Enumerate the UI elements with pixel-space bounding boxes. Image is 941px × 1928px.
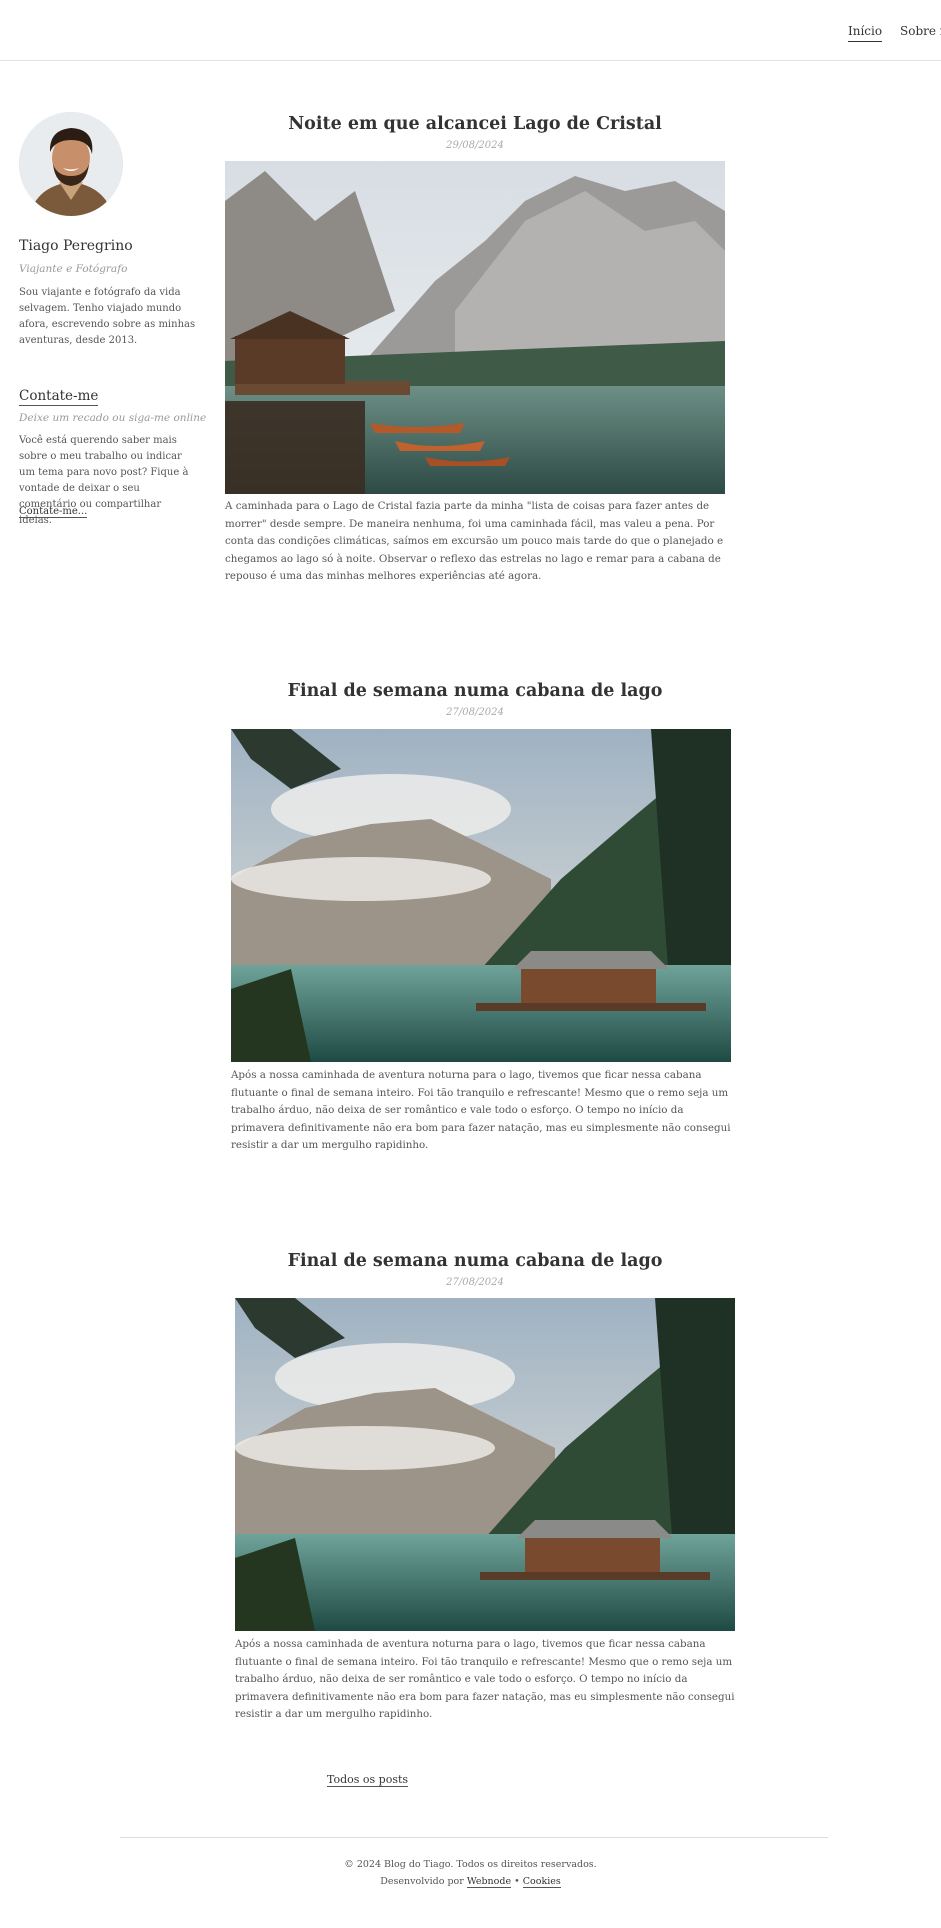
footer-credits: Desenvolvido por Webnode • Cookies bbox=[0, 1876, 941, 1888]
post-date: 27/08/2024 bbox=[446, 1277, 504, 1288]
post-image-lake-boats[interactable] bbox=[225, 161, 725, 494]
contact-subtitle: Deixe um recado ou siga-me online bbox=[19, 412, 207, 424]
post-excerpt: Após a nossa caminhada de aventura notur… bbox=[235, 1638, 735, 1720]
post-excerpt: A caminhada para o Lago de Cristal fazia… bbox=[225, 500, 724, 582]
all-posts-link[interactable]: Todos os posts bbox=[327, 1773, 409, 1787]
post-image-lake-cabin[interactable] bbox=[235, 1298, 735, 1631]
post-image-lake-cabin[interactable] bbox=[231, 729, 731, 1062]
footer-divider bbox=[120, 1837, 828, 1838]
author-bio: Sou viajante e fotógrafo da vida selvage… bbox=[19, 287, 196, 346]
nav-item-inicio[interactable]: Início bbox=[848, 24, 883, 42]
author-name: Tiago Peregrino bbox=[19, 238, 133, 254]
post-title[interactable]: Final de semana numa cabana de lago bbox=[225, 681, 725, 701]
post-excerpt: Após a nossa caminhada de aventura notur… bbox=[231, 1069, 731, 1151]
nav-item-sobre[interactable]: Sobre m bbox=[900, 24, 941, 38]
top-navigation-bar: Início Sobre m bbox=[0, 0, 941, 61]
footer-developed-by: Desenvolvido por bbox=[380, 1876, 464, 1887]
post-date: 27/08/2024 bbox=[446, 707, 504, 718]
post-title[interactable]: Noite em que alcancei Lago de Cristal bbox=[225, 114, 725, 134]
webnode-link[interactable]: Webnode bbox=[466, 1876, 512, 1888]
author-role: Viajante e Fotógrafo bbox=[19, 263, 128, 275]
profile-avatar bbox=[19, 112, 123, 216]
cookies-link[interactable]: Cookies bbox=[522, 1876, 561, 1888]
post-title[interactable]: Final de semana numa cabana de lago bbox=[225, 1251, 725, 1271]
post-date: 29/08/2024 bbox=[446, 140, 504, 151]
contact-link[interactable]: Contate-me... bbox=[19, 506, 88, 518]
footer-separator: • bbox=[514, 1876, 520, 1887]
contact-heading[interactable]: Contate-me bbox=[19, 388, 99, 406]
footer-copyright: © 2024 Blog do Tiago. Todos os direitos … bbox=[344, 1859, 597, 1870]
